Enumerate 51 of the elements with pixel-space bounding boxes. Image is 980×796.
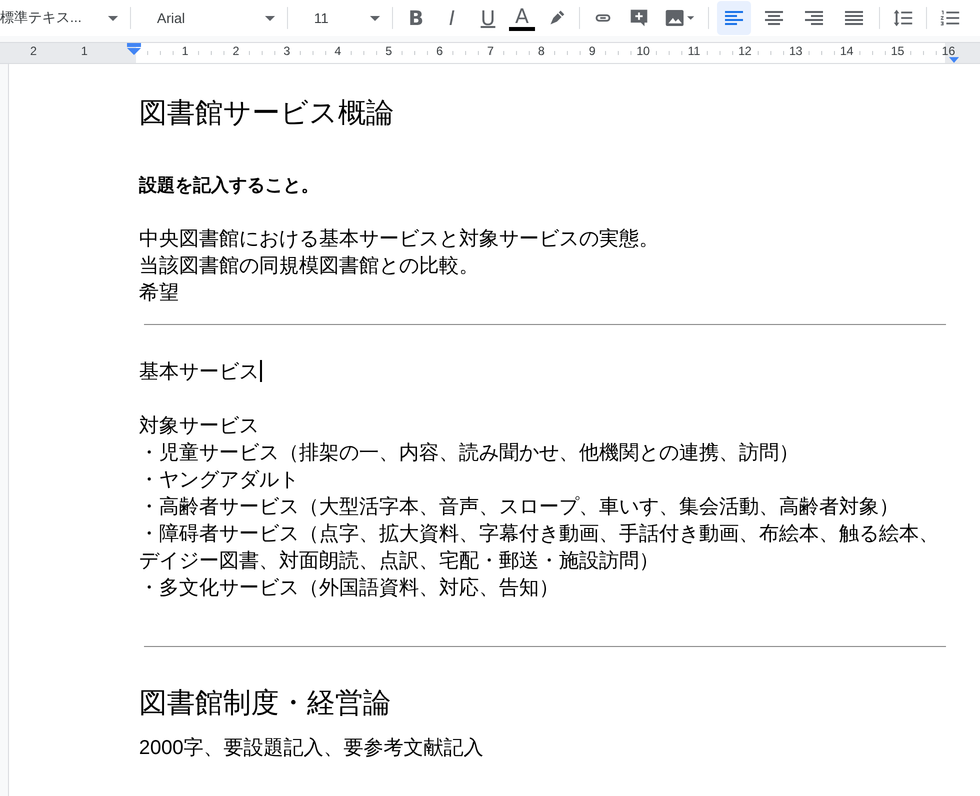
document-heading: 図書館サービス概論 <box>139 96 395 130</box>
document-heading: 図書館制度・経営論 <box>139 686 392 720</box>
document-text: 2000字、要設題記入、要参考文献記入 <box>139 737 484 759</box>
bold-button[interactable]: B <box>401 4 431 32</box>
underline-button[interactable]: U <box>473 4 503 32</box>
ruler-number: 8 <box>538 44 545 58</box>
add-comment-icon[interactable] <box>628 7 650 29</box>
align-center-icon <box>764 10 784 26</box>
ruler-number: 15 <box>890 44 904 58</box>
ruler-number: 7 <box>487 44 494 58</box>
document-text: 中央図書館における基本サービスと対象サービスの実態。 <box>139 228 659 250</box>
ruler-number: 4 <box>334 44 342 58</box>
document-text: ・多文化サービス（外国語資料、対応、告知） <box>139 577 559 599</box>
document-text: ・児童サービス（排架の一、内容、読み聞かせ、他機関との連携、訪問） <box>139 442 799 464</box>
font-size-dropdown[interactable]: 11 <box>296 4 384 32</box>
ruler-number: 12 <box>738 44 752 58</box>
text-color-button[interactable]: A <box>509 5 535 31</box>
align-left-icon <box>724 10 744 26</box>
ruler-number: 6 <box>436 44 443 58</box>
ruler-number: 1 <box>80 44 88 58</box>
ruler-number: 16 <box>942 44 956 58</box>
line-spacing-icon[interactable] <box>892 7 914 29</box>
ruler-number: 13 <box>789 44 802 58</box>
document-text: 当該図書館の同規模図書館との比較。 <box>139 255 479 277</box>
caret-icon <box>108 16 118 20</box>
document-text: ・障碍者サービス（点字、拡大資料、字幕付き動画、手話付き動画、布絵本、触る絵本、デイジー図書、対面朗読、点訳、宅配・郵送・施設訪問） <box>139 523 939 572</box>
align-right-icon <box>804 10 824 26</box>
font-dropdown[interactable]: Arial <box>139 4 279 32</box>
document-text: ・ヤングアダルト <box>139 469 299 491</box>
ruler-number: 2 <box>30 44 37 58</box>
image-icon[interactable] <box>664 7 696 29</box>
ruler-number: 3 <box>284 44 290 58</box>
align-justify-icon <box>844 10 864 26</box>
ruler-number: 11 <box>688 44 700 58</box>
align-left-button[interactable] <box>717 1 751 35</box>
ruler-number: 14 <box>840 44 854 58</box>
ruler-number: 1 <box>182 44 188 58</box>
document-text: 基本サービス <box>139 361 259 383</box>
ruler-number: 9 <box>588 44 596 58</box>
style-dropdown[interactable]: 標準テキス... <box>0 4 122 32</box>
caret-icon <box>370 16 380 20</box>
document-text: ・高齢者サービス（大型活字本、音声、スロープ、車いす、集会活動、高齢者対象） <box>139 496 899 518</box>
document-text: 希望 <box>139 282 179 304</box>
italic-button[interactable]: I <box>437 4 467 32</box>
caret-icon <box>265 16 275 20</box>
ruler-number: 10 <box>636 44 650 58</box>
ruler-number: 5 <box>385 44 392 58</box>
indent-marker-icon[interactable] <box>126 43 142 55</box>
document-text: 設題を記入すること。 <box>139 174 320 197</box>
ruler-number: 2 <box>232 44 240 58</box>
document-text: 対象サービス <box>139 415 259 437</box>
